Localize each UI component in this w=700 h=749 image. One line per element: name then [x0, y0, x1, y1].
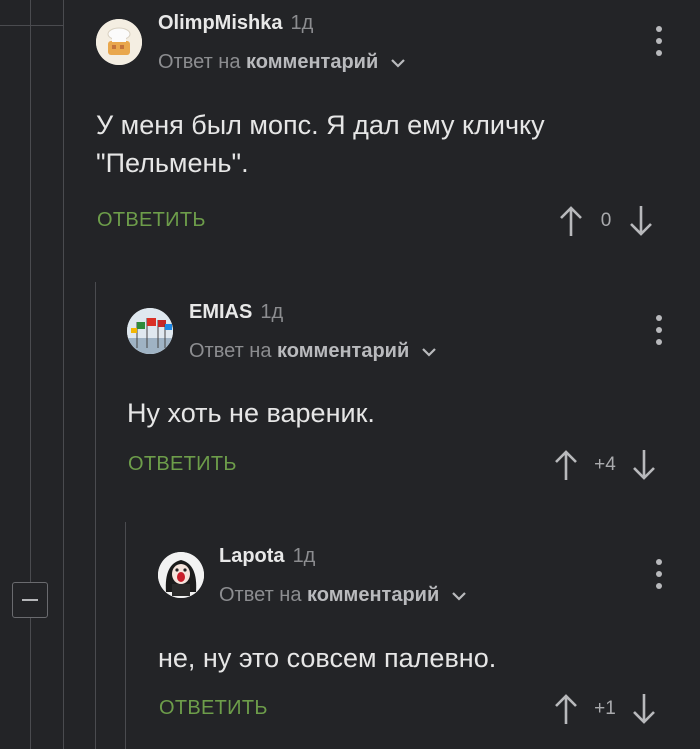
reply-to-prefix: Ответ на — [158, 51, 241, 73]
avatar-image — [158, 552, 204, 598]
more-vert-icon[interactable] — [654, 26, 664, 56]
reply-to-link[interactable]: Ответ на комментарий — [189, 340, 437, 363]
thread-line — [63, 0, 64, 749]
comment-time: 1д — [260, 301, 284, 323]
comment-author[interactable]: Lapota 1д — [219, 545, 315, 568]
arrow-down-icon[interactable] — [628, 204, 654, 238]
comment-time: 1д — [292, 545, 316, 567]
vote-score: +4 — [594, 454, 616, 475]
thread-line — [95, 282, 96, 749]
comment-text: Ну хоть не вареник. — [127, 398, 375, 428]
arrow-up-icon[interactable] — [553, 448, 579, 482]
reply-to-target[interactable]: комментарий — [307, 584, 439, 606]
thread-line — [125, 522, 126, 749]
arrow-up-icon[interactable] — [558, 204, 584, 238]
chevron-down-icon[interactable] — [451, 591, 467, 601]
reply-to-prefix: Ответ на — [219, 584, 302, 606]
avatar[interactable] — [158, 552, 204, 598]
avatar[interactable] — [96, 19, 142, 65]
vote-controls: +1 — [553, 692, 657, 726]
avatar-image — [96, 19, 142, 65]
comment-author[interactable]: EMIAS 1д — [189, 301, 283, 324]
vote-score: 0 — [600, 210, 612, 231]
arrow-up-icon[interactable] — [553, 692, 579, 726]
thread-line — [30, 618, 31, 749]
vote-controls: +4 — [553, 448, 657, 482]
author-name[interactable]: OlimpMishka — [158, 12, 282, 34]
arrow-down-icon[interactable] — [631, 448, 657, 482]
more-vert-icon[interactable] — [654, 559, 664, 589]
chevron-down-icon[interactable] — [390, 58, 406, 68]
avatar[interactable] — [127, 308, 173, 354]
arrow-down-icon[interactable] — [631, 692, 657, 726]
more-vert-icon[interactable] — [654, 315, 664, 345]
reply-to-prefix: Ответ на — [189, 340, 272, 362]
reply-to-target[interactable]: комментарий — [246, 51, 378, 73]
vote-controls: 0 — [558, 204, 654, 238]
chevron-down-icon[interactable] — [421, 347, 437, 357]
reply-button[interactable]: ОТВЕТИТЬ — [128, 453, 237, 476]
reply-to-link[interactable]: Ответ на комментарий — [219, 584, 467, 607]
comment-text: не, ну это совсем палевно. — [158, 643, 497, 673]
author-name[interactable]: EMIAS — [189, 301, 252, 323]
avatar-image — [127, 308, 173, 354]
thread-branch — [0, 25, 63, 26]
thread-line — [30, 0, 31, 582]
collapse-thread-button[interactable] — [12, 582, 48, 618]
comment-text: У меня был мопс. Я дал ему кличку "Пельм… — [96, 110, 545, 178]
comment-time: 1д — [290, 12, 314, 34]
reply-to-link[interactable]: Ответ на комментарий — [158, 51, 406, 74]
reply-button[interactable]: ОТВЕТИТЬ — [97, 209, 206, 232]
reply-to-target[interactable]: комментарий — [277, 340, 409, 362]
comment-thread: OlimpMishka 1д Ответ на комментарий У мен… — [0, 0, 700, 749]
reply-button[interactable]: ОТВЕТИТЬ — [159, 697, 268, 720]
author-name[interactable]: Lapota — [219, 545, 285, 567]
vote-score: +1 — [594, 698, 616, 719]
comment-author[interactable]: OlimpMishka 1д — [158, 12, 313, 35]
